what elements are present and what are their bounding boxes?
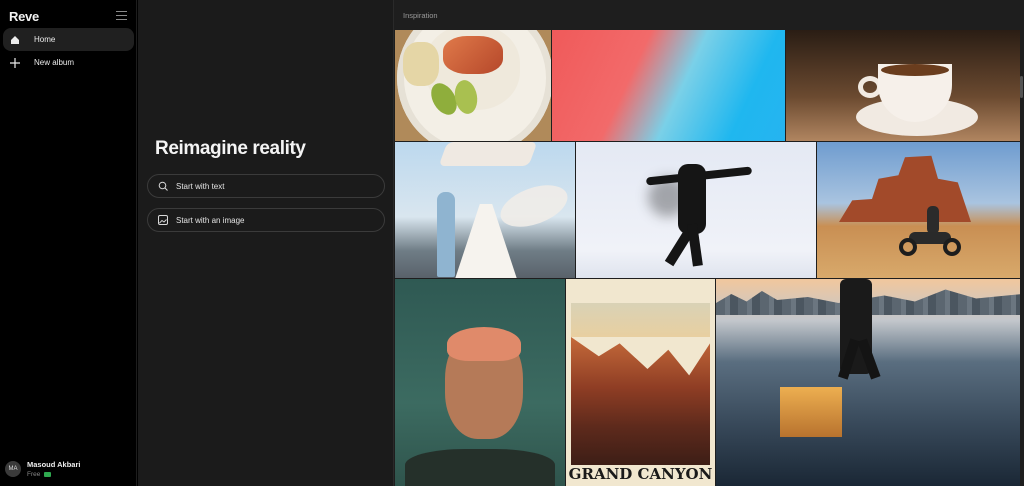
brand-logo[interactable]: Reve <box>9 9 39 24</box>
start-with-text-label: Start with text <box>176 181 225 191</box>
user-name: Masoud Akbari <box>27 460 81 469</box>
page-title: Reimagine reality <box>155 138 306 159</box>
user-profile[interactable]: MA Masoud Akbari Free <box>5 460 80 478</box>
user-plan: Free <box>27 471 80 478</box>
search-icon <box>158 181 168 191</box>
plus-icon <box>9 57 21 69</box>
inspiration-image-salmon-bowl[interactable] <box>395 30 551 141</box>
image-icon <box>158 215 168 225</box>
inspiration-image-grand-canyon-poster[interactable]: GRAND CANYON <box>566 279 715 486</box>
inspiration-image-portrait[interactable] <box>395 279 565 486</box>
menu-icon[interactable] <box>116 11 127 20</box>
start-with-text-button[interactable]: Start with text <box>147 174 385 198</box>
main-panel: Reimagine reality Start with text Start … <box>138 0 393 486</box>
plan-badge-icon <box>44 472 52 477</box>
avatar[interactable]: MA <box>5 461 21 477</box>
inspiration-image-dancer[interactable] <box>576 142 816 278</box>
start-with-image-button[interactable]: Start with an image <box>147 208 385 232</box>
sidebar-item-new-album[interactable]: New album <box>3 51 134 74</box>
inspiration-image-desert-motorcycle[interactable] <box>817 142 1020 278</box>
sidebar: Reve Home New album MA Masoud Akbari Fre… <box>0 0 137 486</box>
home-icon <box>9 34 21 46</box>
scrollbar[interactable] <box>1020 76 1023 98</box>
inspiration-image-color-gradient[interactable] <box>552 30 785 141</box>
inspiration-title: Inspiration <box>403 11 438 20</box>
inspiration-image-city-reflection[interactable] <box>716 279 1020 486</box>
inspiration-image-coffee-cup[interactable] <box>786 30 1020 141</box>
sidebar-item-home[interactable]: Home <box>3 28 134 51</box>
plan-label: Free <box>27 471 41 478</box>
inspiration-image-wedding-couple[interactable] <box>395 142 575 278</box>
poster-title: GRAND CANYON <box>568 465 713 483</box>
sidebar-item-label: New album <box>34 58 75 67</box>
inspiration-panel: Inspiration GRAND CANYON <box>393 0 1024 486</box>
start-with-image-label: Start with an image <box>176 215 245 225</box>
sidebar-item-label: Home <box>34 35 56 44</box>
